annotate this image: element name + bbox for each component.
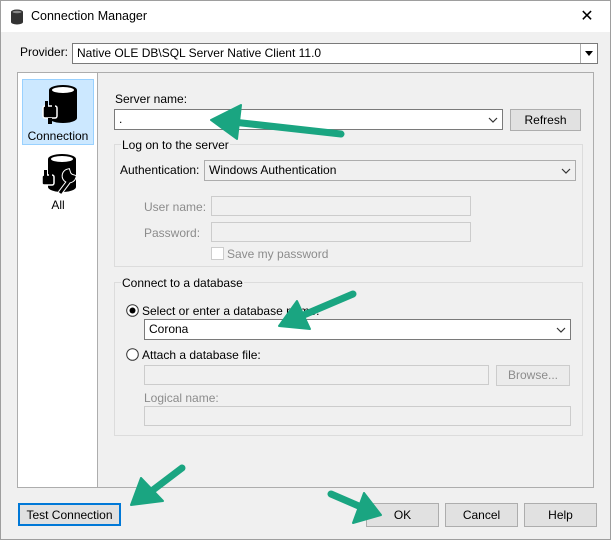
authentication-value: Windows Authentication [209,163,337,177]
attach-database-radio[interactable] [126,348,139,361]
test-connection-button[interactable]: Test Connection [18,503,121,526]
nav-item-label: All [51,198,65,212]
server-name-label: Server name: [115,92,188,106]
ok-button[interactable]: OK [366,503,439,527]
authentication-label: Authentication: [120,163,200,177]
provider-value: Native OLE DB\SQL Server Native Client 1… [77,46,322,60]
attach-file-input[interactable] [144,365,489,385]
chevron-down-icon[interactable] [561,166,571,176]
attach-database-label: Attach a database file: [142,348,261,362]
save-password-checkbox[interactable] [211,247,224,260]
password-label: Password: [144,226,201,240]
logical-name-label: Logical name: [144,391,219,405]
chevron-down-icon[interactable] [556,325,566,335]
database-plug-icon [42,85,77,124]
username-label: User name: [144,200,207,214]
database-name-value: Corona [149,322,189,336]
save-password-label: Save my password [227,247,329,261]
provider-label: Provider: [20,45,69,59]
nav-item-connection[interactable]: Connection [22,79,94,145]
browse-button[interactable]: Browse... [496,365,570,386]
nav-item-all[interactable]: All [22,149,94,215]
database-group-title: Connect to a database [121,276,244,290]
logical-name-input[interactable] [144,406,571,426]
password-input[interactable] [211,222,471,242]
logon-group-title: Log on to the server [121,138,230,152]
provider-select[interactable]: Native OLE DB\SQL Server Native Client 1… [72,43,598,64]
provider-dropdown-button[interactable] [580,44,597,63]
select-database-radio[interactable] [126,304,139,317]
title-bar: Connection Manager ✕ [1,1,610,32]
refresh-button[interactable]: Refresh [510,109,581,131]
help-button[interactable]: Help [524,503,597,527]
select-database-label: Select or enter a database name: [142,304,320,318]
server-name-value: . [119,112,123,126]
close-button[interactable]: ✕ [564,1,610,32]
window-title: Connection Manager [31,9,148,23]
username-input[interactable] [211,196,471,216]
page-navigation: Connection All [17,72,98,488]
cancel-button[interactable]: Cancel [445,503,518,527]
close-icon: ✕ [580,8,594,25]
chevron-down-icon[interactable] [488,115,498,125]
dropdown-arrow-icon [585,51,593,56]
database-icon [11,9,23,25]
authentication-select[interactable]: Windows Authentication [204,160,576,181]
nav-item-label: Connection [27,129,89,143]
database-name-combobox[interactable]: Corona [144,319,571,340]
database-wrench-icon [41,154,77,195]
server-name-combobox[interactable]: . [114,109,503,130]
connection-manager-window: Connection Manager ✕ Provider: Native OL… [0,0,611,540]
